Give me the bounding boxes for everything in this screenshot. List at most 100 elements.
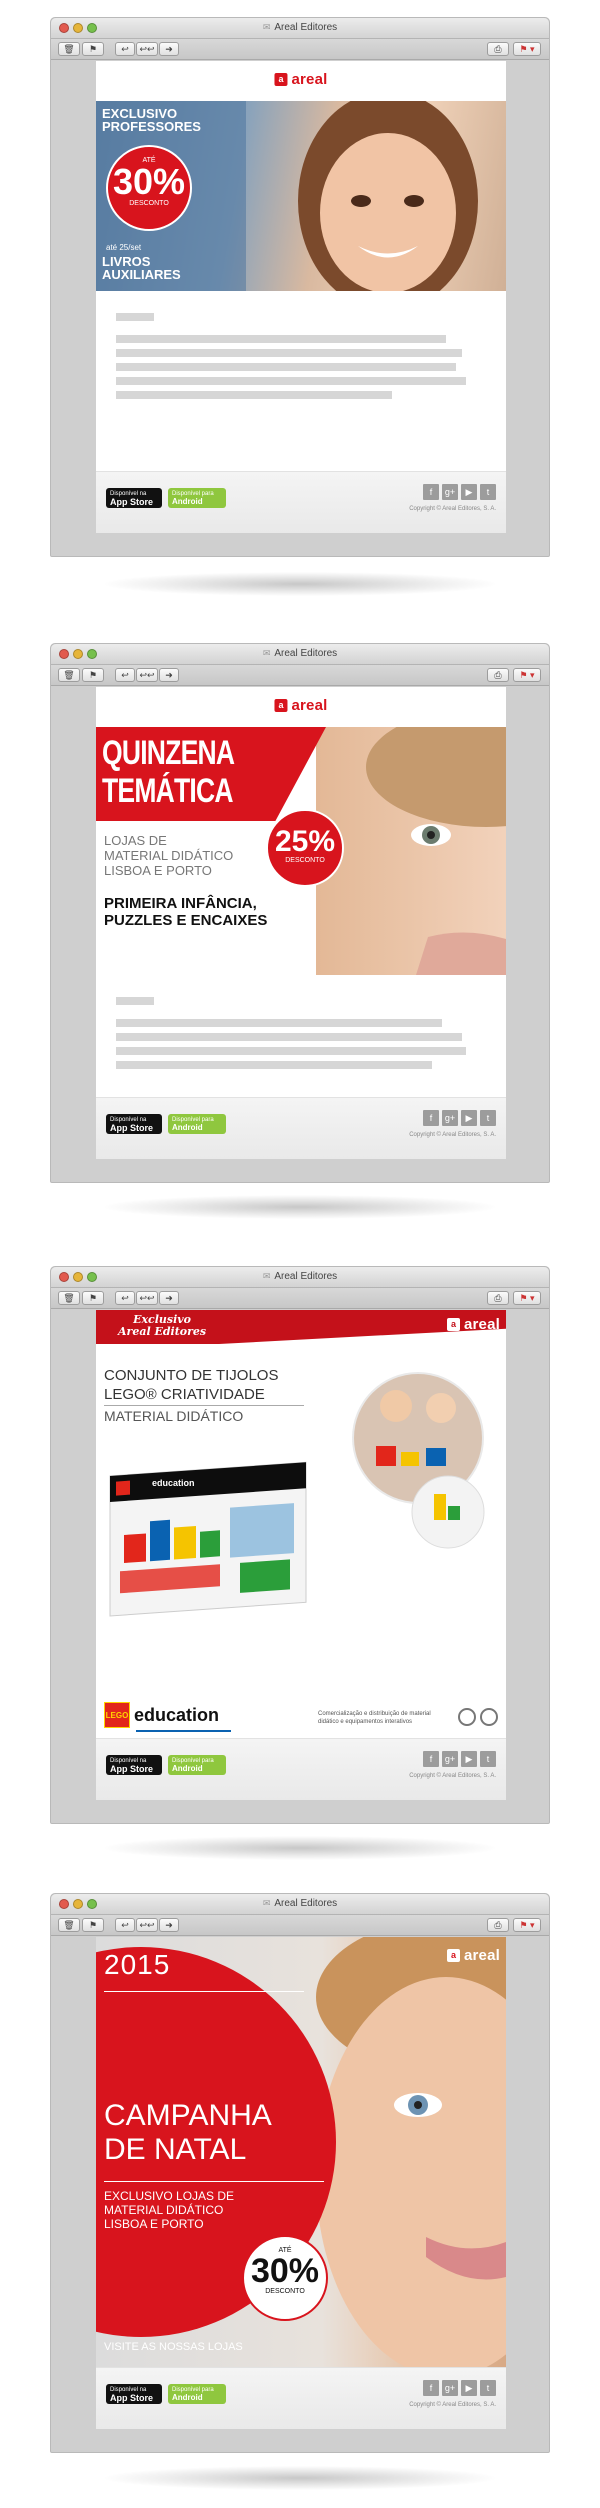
promo-headline: EXCLUSIVO PROFESSORES [102, 106, 201, 134]
youtube-icon[interactable]: ▶ [461, 1110, 477, 1126]
twitter-icon[interactable]: t [480, 1110, 496, 1126]
flag-icon[interactable]: ⚑ ▾ [513, 1291, 541, 1305]
android-badge[interactable]: Disponível para Android [168, 1755, 226, 1775]
print-icon[interactable]: ⎙ [487, 668, 509, 682]
hero-banner[interactable]: EXCLUSIVO PROFESSORES ATÉ 30% DESCONTO a… [96, 101, 506, 291]
forward-icon[interactable]: ➜ [159, 42, 179, 56]
social-links: f g+ ▶ t [423, 484, 496, 500]
googleplus-icon[interactable]: g+ [442, 1751, 458, 1767]
lego-product-photos [109, 1372, 485, 1617]
app-store-badge[interactable]: Disponível na App Store [106, 1114, 162, 1134]
appstore-main: App Store [110, 1123, 154, 1133]
googleplus-icon[interactable]: g+ [442, 1110, 458, 1126]
youtube-icon[interactable]: ▶ [461, 1751, 477, 1767]
mail-toolbar: 🗑 ⚑ ↩ ↩↩ ➜ ⎙ ⚑ ▾ [51, 665, 549, 686]
app-store-badge[interactable]: Disponível na App Store [106, 488, 162, 508]
cert-icon-2 [480, 1708, 498, 1726]
window-title: ✉ Areal Editores [51, 1271, 549, 1282]
window-shadow [105, 1195, 495, 1219]
facebook-icon[interactable]: f [423, 1110, 439, 1126]
android-main: Android [172, 497, 203, 506]
reply-icon[interactable]: ↩ [115, 1291, 135, 1305]
lego-education-logo: LEGO education [104, 1702, 219, 1728]
mail-window-4: ✉ Areal Editores 🗑 ⚑ ↩ ↩↩ ➜ ⎙ ⚑ ▾ 2015 CA… [50, 1893, 550, 2453]
text-line [116, 1047, 466, 1055]
text-line [116, 1061, 432, 1069]
facebook-icon[interactable]: f [423, 1751, 439, 1767]
print-icon[interactable]: ⎙ [487, 1918, 509, 1932]
areal-logo[interactable]: a areal [446, 1316, 500, 1333]
app-store-badge[interactable]: Disponível na App Store [106, 1755, 162, 1775]
android-badge[interactable]: Disponível para Android [168, 488, 226, 508]
flag-icon[interactable]: ⚑ ▾ [513, 42, 541, 56]
googleplus-icon[interactable]: g+ [442, 484, 458, 500]
junk-icon[interactable]: ⚑ [82, 1918, 104, 1932]
flag-icon[interactable]: ⚑ ▾ [513, 1918, 541, 1932]
text-line [116, 335, 446, 343]
reply-all-icon[interactable]: ↩↩ [136, 42, 158, 56]
email-footer: Disponível na App Store Disponível para An… [96, 471, 506, 533]
window-titlebar: ✉ Areal Editores [51, 1894, 549, 1915]
mail-window-2: ✉ Areal Editores 🗑 ⚑ ↩ ↩↩ ➜ ⎙ ⚑ ▾ a areal [50, 643, 550, 1183]
android-badge[interactable]: Disponível para Android [168, 1114, 226, 1134]
trash-icon[interactable]: 🗑 [58, 42, 80, 56]
distribution-text: Comercialização e distribuição de materi… [318, 1711, 431, 1725]
reply-icon[interactable]: ↩ [115, 42, 135, 56]
print-icon[interactable]: ⎙ [487, 42, 509, 56]
facebook-icon[interactable]: f [423, 484, 439, 500]
social-links: f g+ ▶ t [423, 2380, 496, 2396]
twitter-icon[interactable]: t [480, 2380, 496, 2396]
visit-stores[interactable]: VISITE AS NOSSAS LOJAS [104, 2341, 243, 2353]
reply-icon[interactable]: ↩ [115, 1918, 135, 1932]
reply-all-icon[interactable]: ↩↩ [136, 1918, 158, 1932]
youtube-icon[interactable]: ▶ [461, 484, 477, 500]
trash-icon[interactable]: 🗑 [58, 1291, 80, 1305]
app-store-badge[interactable]: Disponível na App Store [106, 2384, 162, 2404]
brand-name: areal [463, 1316, 500, 1333]
window-shadow [105, 1836, 495, 1860]
junk-icon[interactable]: ⚑ [82, 1291, 104, 1305]
envelope-icon: ✉ [262, 22, 271, 32]
flag-icon[interactable]: ⚑ ▾ [513, 668, 541, 682]
junk-icon[interactable]: ⚑ [82, 42, 104, 56]
text-line [116, 363, 456, 371]
youtube-icon[interactable]: ▶ [461, 2380, 477, 2396]
mail-window-1: ✉ Areal Editores 🗑 ⚑ ↩ ↩↩ ➜ ⎙ ⚑ ▾ a areal [50, 17, 550, 557]
areal-logo[interactable]: a areal [274, 697, 327, 714]
email-body: a areal QUINZENA TEMÁTICA 25% DESCONTO L… [96, 687, 506, 1159]
hero-banner[interactable]: QUINZENA TEMÁTICA 25% DESCONTO LOJAS DE … [96, 727, 506, 975]
reply-all-icon[interactable]: ↩↩ [136, 668, 158, 682]
trash-icon[interactable]: 🗑 [58, 1918, 80, 1932]
hero-banner[interactable]: 2015 CAMPANHA DE NATAL EXCLUSIVO LOJAS D… [96, 1937, 506, 2367]
googleplus-icon[interactable]: g+ [442, 2380, 458, 2396]
forward-icon[interactable]: ➜ [159, 668, 179, 682]
title-line-1: QUINZENA [102, 734, 235, 772]
areal-logo[interactable]: a areal [274, 71, 327, 88]
badge-percent: 25% [274, 825, 336, 858]
envelope-icon: ✉ [262, 1898, 271, 1908]
forward-icon[interactable]: ➜ [159, 1918, 179, 1932]
print-icon[interactable]: ⎙ [487, 1291, 509, 1305]
mail-toolbar: 🗑 ⚑ ↩ ↩↩ ➜ ⎙ ⚑ ▾ [51, 39, 549, 60]
trash-icon[interactable]: 🗑 [58, 668, 80, 682]
stores-text: EXCLUSIVO LOJAS DE MATERIAL DIDÁTICO LIS… [104, 2189, 235, 2231]
android-badge[interactable]: Disponível para Android [168, 2384, 226, 2404]
envelope-icon: ✉ [262, 648, 271, 658]
brand-name: areal [463, 1947, 500, 1964]
mail-window-3: ✉ Areal Editores 🗑 ⚑ ↩ ↩↩ ➜ ⎙ ⚑ ▾ Exclusi… [50, 1266, 550, 1824]
facebook-icon[interactable]: f [423, 2380, 439, 2396]
twitter-icon[interactable]: t [480, 484, 496, 500]
text-line [116, 349, 462, 357]
window-title-text: Areal Editores [274, 22, 338, 33]
lego-logo: LEGO [104, 1702, 130, 1728]
junk-icon[interactable]: ⚑ [82, 668, 104, 682]
reply-icon[interactable]: ↩ [115, 668, 135, 682]
window-title: ✉ Areal Editores [51, 1898, 549, 1909]
badge-percent: 30% [250, 2252, 320, 2290]
twitter-icon[interactable]: t [480, 1751, 496, 1767]
reply-all-icon[interactable]: ↩↩ [136, 1291, 158, 1305]
discount-badge: ATÉ 30% DESCONTO [242, 2235, 328, 2321]
forward-icon[interactable]: ➜ [159, 1291, 179, 1305]
email-body: Exclusivo Areal Editores a areal CONJUNT… [96, 1310, 506, 1800]
areal-logo[interactable]: a areal [446, 1947, 500, 1964]
